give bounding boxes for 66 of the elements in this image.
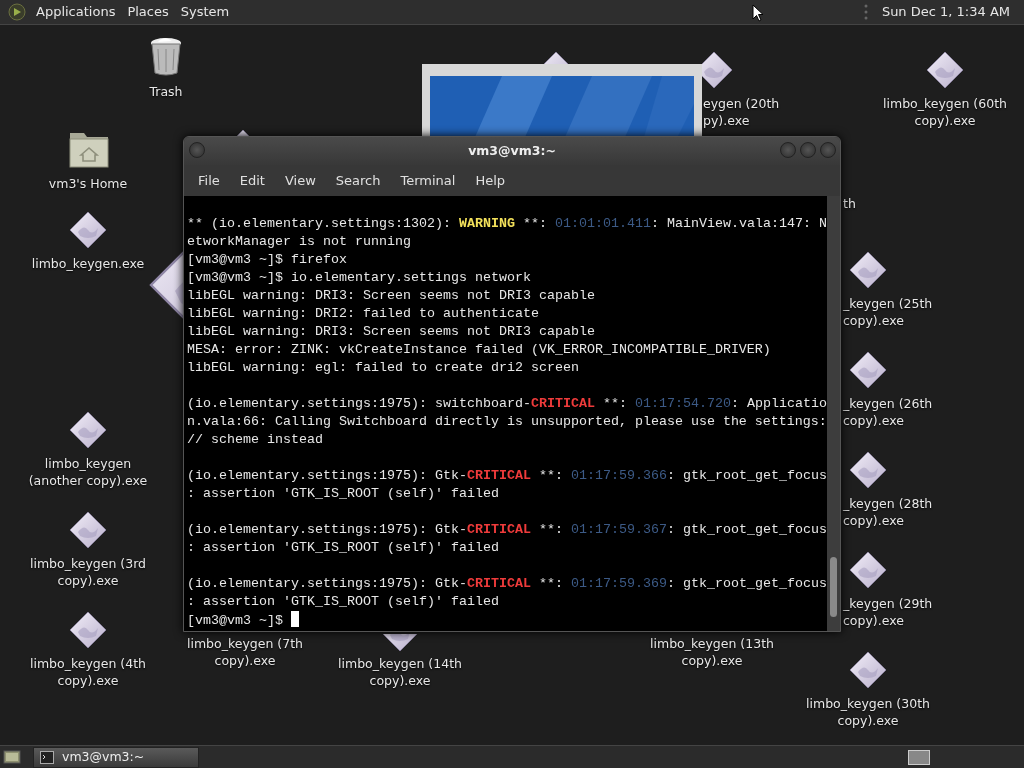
terminal-line: n.vala:66: Calling Switchboard directly is unsupported, please use the settings: — [187, 413, 827, 431]
diamond-icon[interactable] — [848, 250, 888, 290]
diamond-icon[interactable] — [68, 410, 108, 450]
terminal-line: libEGL warning: DRI3: Screen seems not DRI3 capable — [187, 323, 596, 341]
icon-label[interactable]: th — [843, 195, 856, 212]
taskbar-button[interactable]: vm3@vm3:~ — [33, 746, 199, 768]
terminal-line: MESA: error: ZINK: vkCreateInstance failed (VK_ERROR_INCOMPATIBLE_DRIVER) — [187, 341, 772, 359]
terminal-line: [vm3@vm3 ~]$ — [187, 611, 827, 630]
terminal-line: libEGL warning: DRI3: Screen seems not DRI3 capable — [187, 287, 596, 305]
diamond-icon[interactable] — [68, 210, 108, 250]
diamond-icon[interactable] — [848, 350, 888, 390]
scrollbar-thumb[interactable] — [829, 557, 837, 617]
clock[interactable]: Sun Dec 1, 1:34 AM — [875, 2, 1016, 22]
terminal-icon — [40, 750, 54, 764]
terminal-line: libEGL warning: DRI2: failed to authenticate — [187, 305, 540, 323]
icon-label[interactable]: limbo_keygen (60th copy).exe — [860, 95, 1024, 129]
icon-label[interactable]: eygen (20th py).exe — [703, 95, 780, 129]
icon-label[interactable]: _keygen (25th copy).exe — [843, 295, 933, 329]
icon-label[interactable]: Trash — [81, 83, 251, 100]
icon-label[interactable]: limbo_keygen (3rd copy).exe — [3, 555, 173, 589]
terminal-line: (io.elementary.settings:1975): Gtk-CRITICAL **: 01:17:59.369: gtk_root_get_focus — [187, 575, 827, 593]
pointer-icon — [752, 4, 764, 22]
terminal-line: // scheme instead — [187, 431, 324, 449]
terminal-line: etworkManager is not running — [187, 233, 412, 251]
logo-icon[interactable] — [8, 3, 26, 21]
icon-label[interactable]: _keygen (29th copy).exe — [843, 595, 933, 629]
menu-item[interactable]: Help — [465, 168, 516, 193]
diamond-icon[interactable] — [848, 550, 888, 590]
diamond-icon[interactable] — [702, 50, 734, 90]
terminal-line: (io.elementary.settings:1975): switchboard-CRITICAL **: 01:17:54.720: Applicatio — [187, 395, 827, 413]
menu-item[interactable]: View — [274, 168, 326, 193]
diamond-icon[interactable] — [848, 650, 888, 690]
panel-separator-icon — [863, 3, 868, 21]
icon-label[interactable]: vm3's Home — [3, 175, 173, 192]
terminal-line: : assertion 'GTK_IS_ROOT (self)' failed — [187, 539, 500, 557]
icon-label[interactable]: limbo_keygen.exe — [3, 255, 173, 272]
diamond-icon[interactable] — [68, 610, 108, 650]
diamond-icon[interactable] — [380, 634, 420, 653]
icon-label[interactable]: _keygen (28th copy).exe — [843, 495, 933, 529]
icon-label[interactable]: limbo_keygen (another copy).exe — [3, 455, 173, 489]
icon-label[interactable]: limbo_keygen (13th copy).exe — [627, 635, 797, 669]
monitor-icon[interactable] — [422, 64, 702, 136]
menu-item[interactable]: Search — [325, 168, 391, 193]
terminal-line: ** (io.elementary.settings:1302): WARNING **: 01:01:01.411: MainView.vala:147: N — [187, 215, 827, 233]
workspace-switcher[interactable] — [908, 749, 930, 765]
diamond-icon[interactable] — [68, 510, 108, 550]
scrollbar[interactable] — [826, 196, 840, 631]
terminal-line: (io.elementary.settings:1975): Gtk-CRITICAL **: 01:17:59.367: gtk_root_get_focus — [187, 521, 827, 539]
diamond-icon[interactable] — [925, 50, 965, 90]
terminal-line: : assertion 'GTK_IS_ROOT (self)' failed — [187, 485, 500, 503]
icon-label[interactable]: _keygen (26th copy).exe — [843, 395, 933, 429]
menu-item[interactable]: Terminal — [390, 168, 466, 193]
diamond-icon[interactable] — [848, 450, 888, 490]
panel-menu[interactable]: Applications — [30, 2, 122, 22]
terminal-line: (io.elementary.settings:1975): Gtk-CRITICAL **: 01:17:59.366: gtk_root_get_focus — [187, 467, 827, 485]
show-desktop-icon[interactable] — [3, 748, 21, 766]
panel-menu[interactable]: Places — [121, 2, 175, 22]
menu-item[interactable]: File — [188, 168, 230, 193]
terminal-line: [vm3@vm3 ~]$ firefox — [187, 251, 348, 269]
icon-label[interactable]: limbo_keygen (30th copy).exe — [783, 695, 953, 729]
terminal-line: : assertion 'GTK_IS_ROOT (self)' failed — [187, 593, 500, 611]
terminal-line: libEGL warning: egl: failed to create dri2 screen — [187, 359, 580, 377]
terminal-line: [vm3@vm3 ~]$ io.elementary.settings network — [187, 269, 532, 287]
panel-menu[interactable]: System — [174, 2, 236, 22]
window-title: vm3@vm3:~ — [468, 141, 556, 160]
menu-item[interactable]: Edit — [229, 168, 275, 193]
